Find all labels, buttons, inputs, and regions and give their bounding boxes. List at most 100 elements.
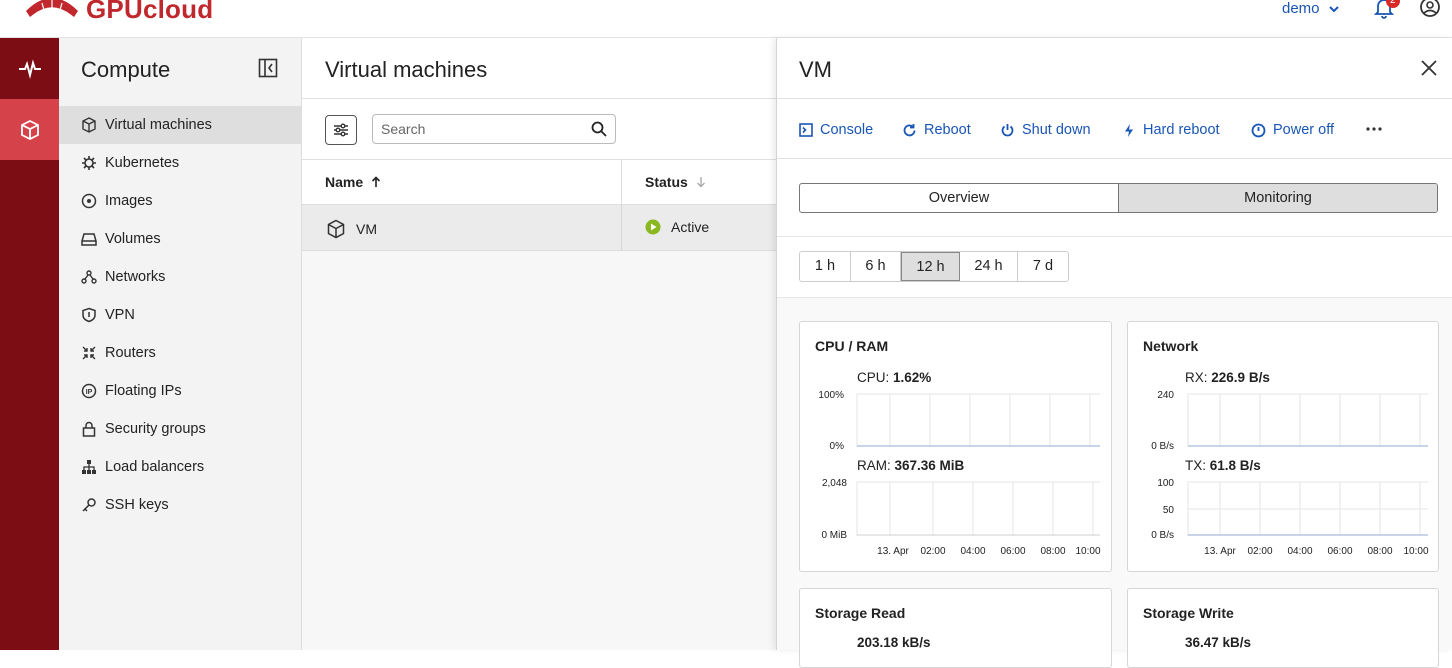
vm-list-view: Virtual machines Name Status VM Active [302,38,776,650]
vm-status-cell: Active [645,219,709,235]
vm-name: VM [356,221,377,237]
x-tick-label: 04:00 [1287,546,1312,557]
table-row[interactable]: VM Active [302,205,776,251]
tx-ymin-label: 0 B/s [1151,530,1174,541]
card-title: CPU / RAM [815,338,889,354]
shield-icon [81,307,97,323]
sidebar-item-floating-ips[interactable]: IP Floating IPs [59,372,301,410]
disc-icon [81,193,97,209]
key-icon [81,497,97,513]
helm-icon [81,155,97,171]
module-rail [0,38,59,650]
filter-button[interactable] [325,115,357,145]
tab-monitoring[interactable]: Monitoring [1118,184,1437,212]
range-6h[interactable]: 6 h [851,252,901,281]
sidebar-item-virtual-machines[interactable]: Virtual machines [59,106,301,144]
x-tick-label: 02:00 [1247,546,1272,557]
sliders-icon [334,123,348,137]
x-tick-label: 08:00 [1040,546,1065,557]
range-7d[interactable]: 7 d [1018,252,1068,281]
network-icon [81,269,97,285]
panel-header: VM [777,38,1452,99]
column-header-name[interactable]: Name [325,174,381,190]
collapse-sidebar-button[interactable] [258,58,278,83]
sidebar-item-label: Floating IPs [105,383,182,399]
more-horizontal-icon [1366,127,1382,131]
monitoring-area: CPU / RAM CPU: 1.62% 100% 0% RAM: 367.36… [777,298,1452,668]
sidebar-item-networks[interactable]: Networks [59,258,301,296]
console-button[interactable]: Console [799,122,873,138]
x-tick-label: 10:00 [1403,546,1428,557]
sidebar-item-routers[interactable]: Routers [59,334,301,372]
user-menu[interactable]: demo [1282,0,1340,17]
reboot-button[interactable]: Reboot [902,122,971,138]
sidebar-item-images[interactable]: Images [59,182,301,220]
sidebar-item-label: SSH keys [105,497,169,513]
cube-icon [20,119,39,140]
power-off-button[interactable]: Power off [1251,122,1334,138]
user-name: demo [1282,0,1320,17]
x-tick-label: 02:00 [920,546,945,557]
shut-down-button[interactable]: Shut down [1000,122,1091,138]
ip-icon: IP [81,383,97,399]
panel-tabs: Overview Monitoring [799,183,1438,213]
table-header: Name Status [302,160,776,205]
sidebar-item-kubernetes[interactable]: Kubernetes [59,144,301,182]
column-divider [621,160,622,205]
more-actions-button[interactable] [1365,122,1383,136]
sidebar-title: Compute [81,57,171,82]
x-tick-label: 10:00 [1075,546,1100,557]
range-1h[interactable]: 1 h [800,252,851,281]
metric-label: RAM: [857,458,891,473]
x-tick-label: 06:00 [1327,546,1352,557]
rx-ymin-label: 0 B/s [1151,441,1174,452]
action-label: Power off [1273,122,1334,138]
power-off-icon [1251,123,1266,137]
storage-read-value: 203.18 kB/s [857,635,931,650]
hard-reboot-button[interactable]: Hard reboot [1122,122,1220,138]
rail-item-monitoring[interactable] [0,38,59,99]
network-card: Network RX: 226.9 B/s 240 0 B/s TX: 61.8… [1127,321,1439,572]
cpu-ram-card: CPU / RAM CPU: 1.62% 100% 0% RAM: 367.36… [799,321,1112,572]
search-icon[interactable] [591,121,607,142]
card-title: Network [1143,338,1199,354]
range-12h[interactable]: 12 h [901,252,960,281]
tx-ymid-label: 50 [1163,505,1175,516]
column-header-label: Status [645,174,688,190]
chevron-down-icon [1328,5,1339,12]
sort-descending-icon [696,177,705,188]
brand-logo[interactable]: GPUcloud [24,0,213,25]
vm-actions-bar: Console Reboot Shut down Hard reboot Pow… [777,99,1452,159]
column-header-status[interactable]: Status [645,174,706,190]
sidebar-item-security-groups[interactable]: Security groups [59,410,301,448]
action-label: Shut down [1022,122,1091,138]
search-input[interactable] [381,120,581,138]
rx-chart: 240 0 B/s [1151,390,1428,452]
sidebar-item-load-balancers[interactable]: Load balancers [59,448,301,486]
card-title: Storage Write [1143,605,1234,621]
storage-write-value: 36.47 kB/s [1185,635,1252,650]
sidebar-item-ssh-keys[interactable]: SSH keys [59,486,301,524]
tx-ymax-label: 100 [1157,478,1174,489]
ram-ymax-label: 2,048 [822,478,847,489]
ram-ymin-label: 0 MiB [821,530,847,541]
range-24h[interactable]: 24 h [960,252,1018,281]
account-button[interactable] [1419,0,1441,23]
router-icon [81,345,97,361]
user-circle-icon [1420,0,1440,17]
sidebar-item-vpn[interactable]: VPN [59,296,301,334]
action-label: Hard reboot [1143,122,1220,138]
ram-grid [856,481,1100,536]
list-toolbar [302,99,776,160]
tab-overview[interactable]: Overview [800,184,1118,212]
sidebar-item-volumes[interactable]: Volumes [59,220,301,258]
close-icon [1421,60,1437,76]
close-panel-button[interactable] [1419,58,1439,83]
power-icon [1001,123,1014,136]
storage-read-card: Storage Read 203.18 kB/s [799,588,1112,668]
rail-item-compute[interactable] [0,99,59,160]
tx-chart: 100 50 0 B/s 13. Apr 02:00 04:00 06:00 0… [1151,478,1429,557]
x-tick-label: 04:00 [960,546,985,557]
balancer-icon [81,459,97,475]
search-box [372,114,616,144]
